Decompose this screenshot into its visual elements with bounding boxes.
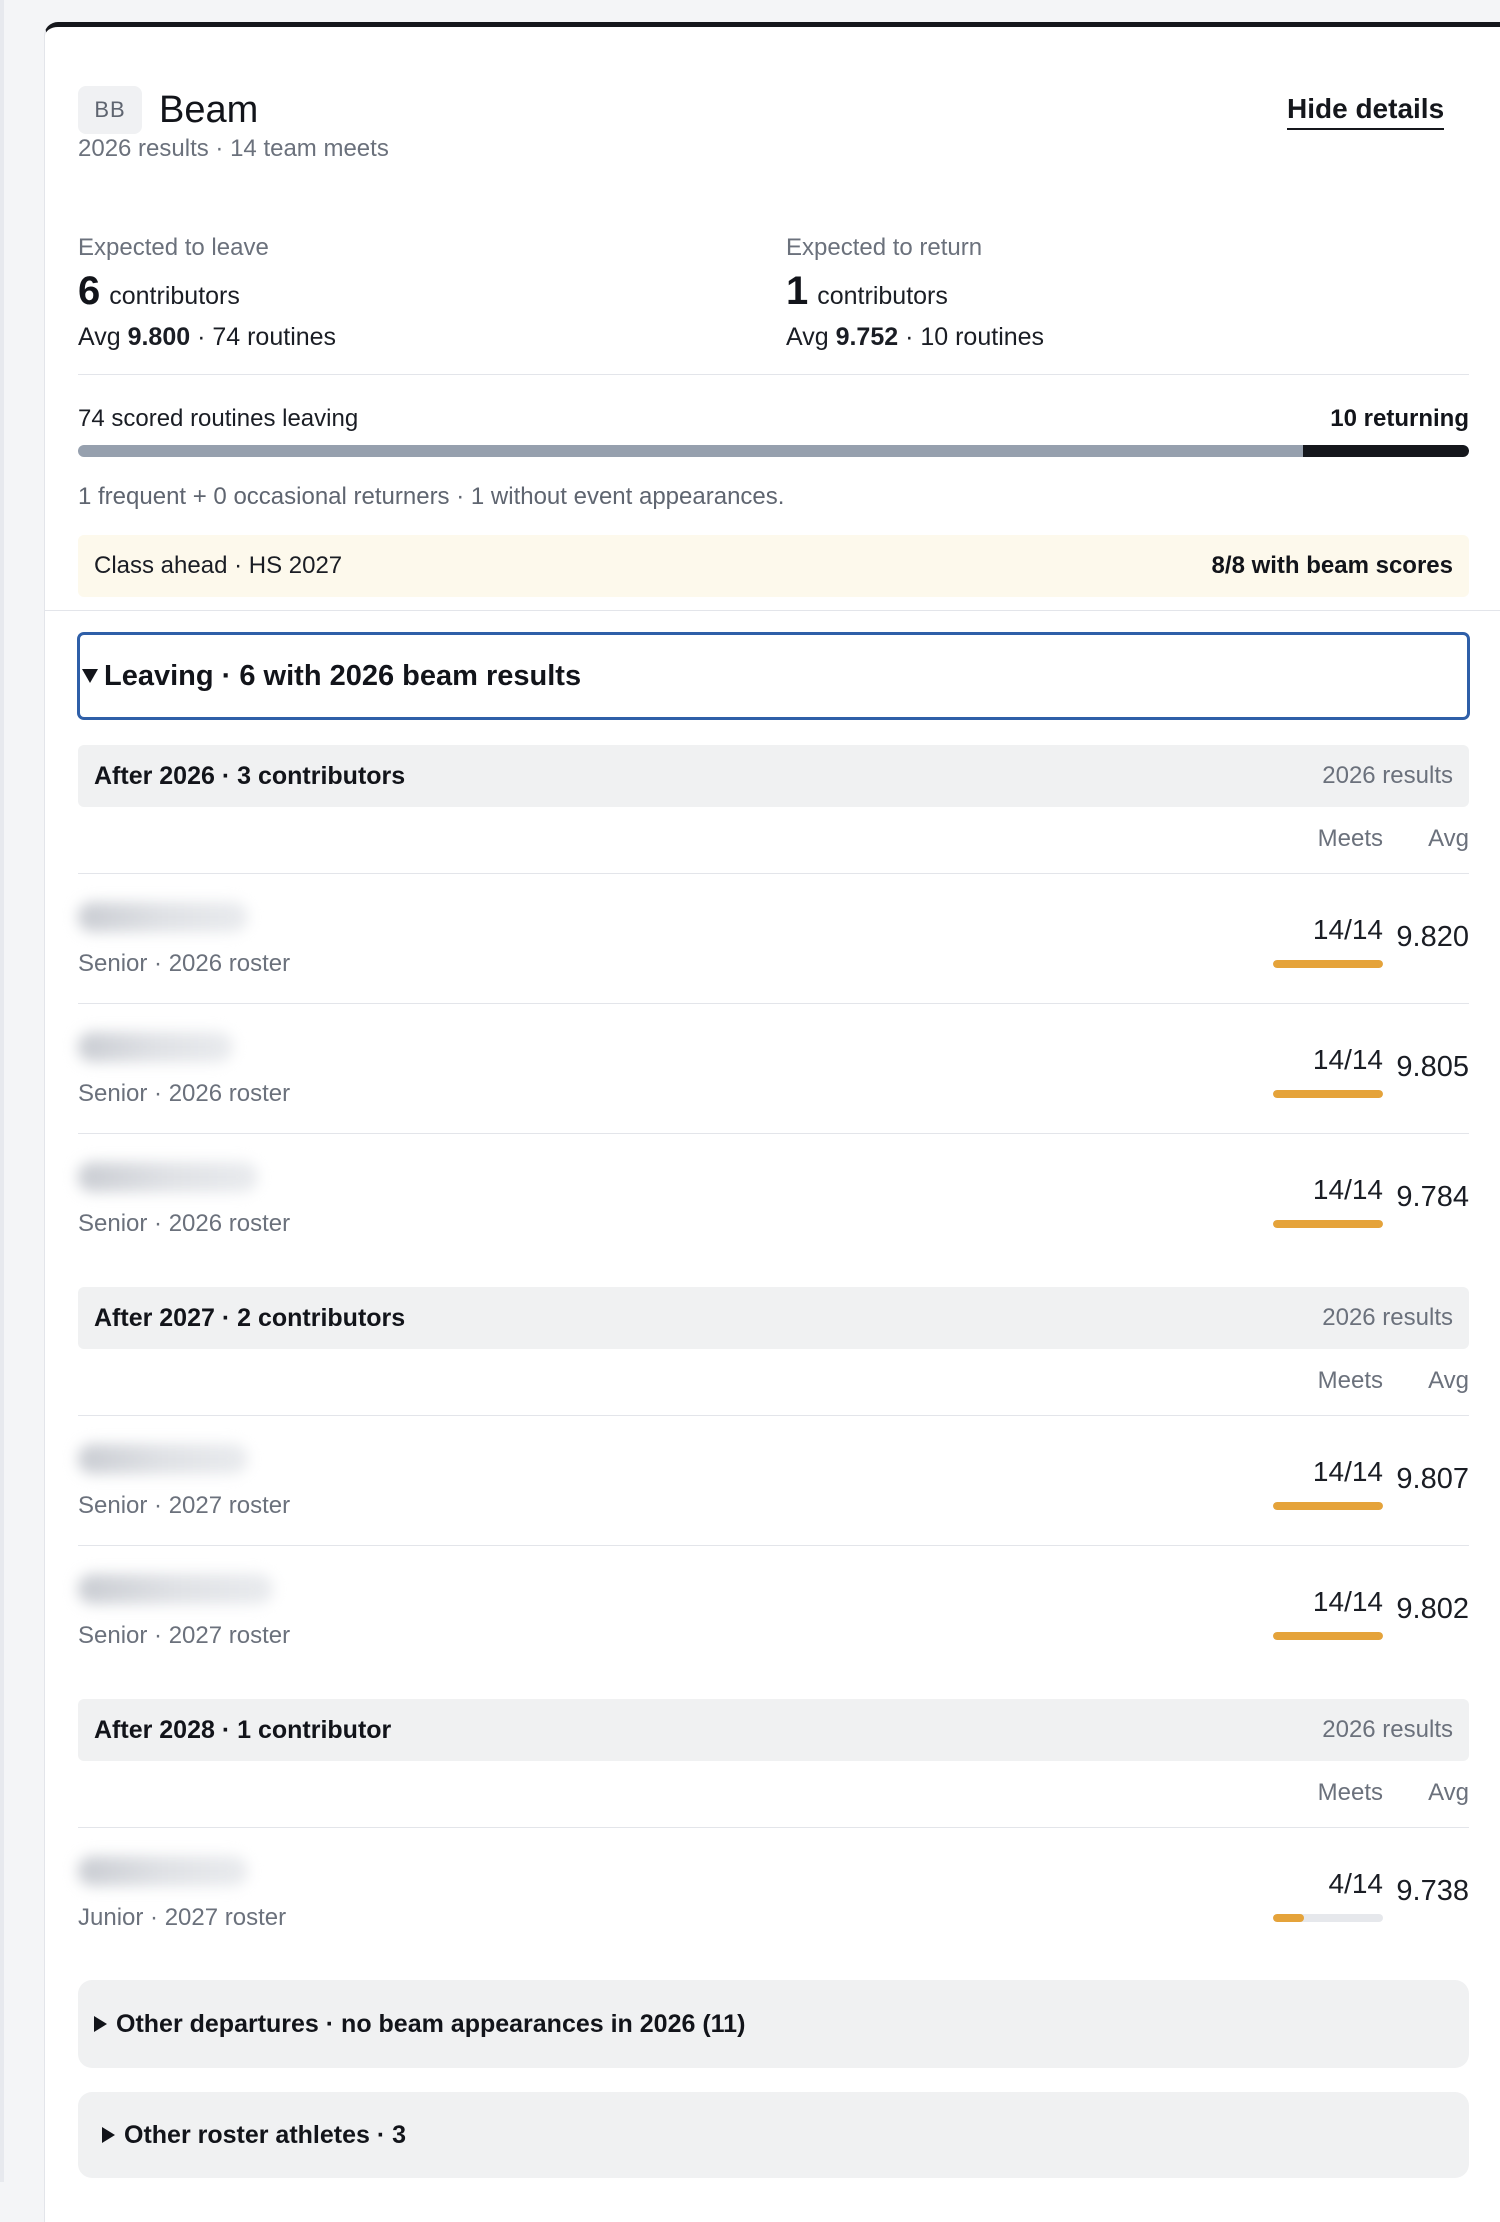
triangle-right-icon xyxy=(94,2016,107,2032)
group-header: After 2026 · 3 contributors 2026 results xyxy=(78,745,1469,807)
return-avg-line: Avg 9.752 · 10 routines xyxy=(786,323,1044,352)
other-departures-label: Other departures · no beam appearances i… xyxy=(116,2009,746,2038)
routines-returning-label: 10 returning xyxy=(1330,405,1469,432)
athlete-row[interactable]: Senior · 2026 roster 14/14 9.805 xyxy=(78,1004,1469,1133)
meets-progress-bar xyxy=(1273,1914,1383,1922)
leave-count-row: 6 contributors xyxy=(78,269,240,313)
event-badge: BB xyxy=(78,86,142,134)
meets-progress-bar xyxy=(1273,1632,1383,1640)
athlete-avg: 9.807 xyxy=(1396,1463,1469,1495)
athlete-roster: Senior · 2026 roster xyxy=(78,1080,291,1107)
return-avg-prefix: Avg xyxy=(786,323,836,351)
other-roster-toggle[interactable]: Other roster athletes · 3 xyxy=(78,2092,1469,2178)
routines-bar xyxy=(78,445,1469,457)
athlete-avg: 9.802 xyxy=(1396,1593,1469,1625)
leave-avg-line: Avg 9.800 · 74 routines xyxy=(78,323,336,352)
class-ahead-value: 8/8 with beam scores xyxy=(1211,552,1453,579)
column-meets-label: Meets xyxy=(1317,825,1383,852)
column-avg-label: Avg xyxy=(1428,825,1469,852)
other-roster-label: Other roster athletes · 3 xyxy=(124,2120,407,2149)
return-count: 1 xyxy=(786,269,809,313)
group-title: After 2028 · 1 contributor xyxy=(94,1715,392,1744)
meets-progress-fill xyxy=(1273,1632,1383,1640)
triangle-down-icon xyxy=(82,669,98,683)
triangle-right-icon xyxy=(102,2127,115,2143)
athlete-row[interactable]: Junior · 2027 roster 4/14 9.738 xyxy=(78,1828,1469,1957)
event-summary: 2026 results · 14 team meets xyxy=(78,135,389,162)
column-meets-label: Meets xyxy=(1317,1779,1383,1806)
athlete-name-redacted xyxy=(78,1444,248,1474)
meets-progress-bar xyxy=(1273,1502,1383,1510)
return-unit: contributors xyxy=(817,282,948,310)
athlete-name-redacted xyxy=(78,902,248,932)
group-title: After 2027 · 2 contributors xyxy=(94,1303,406,1332)
athlete-avg: 9.738 xyxy=(1396,1875,1469,1907)
section-divider xyxy=(45,610,1500,611)
other-departures-toggle[interactable]: Other departures · no beam appearances i… xyxy=(78,1980,1469,2068)
athlete-avg: 9.784 xyxy=(1396,1181,1469,1213)
athlete-row[interactable]: Senior · 2027 roster 14/14 9.807 xyxy=(78,1416,1469,1545)
return-routines: · 10 routines xyxy=(898,323,1045,351)
column-avg-label: Avg xyxy=(1428,1779,1469,1806)
routines-bar-returning xyxy=(1303,445,1469,457)
left-edge-strip xyxy=(0,0,4,2182)
meets-progress-bar xyxy=(1273,1220,1383,1228)
return-avg: 9.752 xyxy=(835,323,899,351)
leaving-section-toggle[interactable]: Leaving · 6 with 2026 beam results xyxy=(77,632,1470,720)
class-ahead-label: Class ahead · HS 2027 xyxy=(94,552,343,579)
athlete-roster: Senior · 2026 roster xyxy=(78,950,291,977)
leave-label: Expected to leave xyxy=(78,234,269,261)
meets-progress-fill xyxy=(1273,1090,1383,1098)
meets-progress-bar xyxy=(1273,1090,1383,1098)
leave-avg-prefix: Avg xyxy=(78,323,128,351)
meets-progress-fill xyxy=(1273,1220,1383,1228)
leaving-section-label: Leaving · 6 with 2026 beam results xyxy=(104,659,582,692)
column-meets-label: Meets xyxy=(1317,1367,1383,1394)
athlete-row[interactable]: Senior · 2027 roster 14/14 9.802 xyxy=(78,1546,1469,1675)
returners-note: 1 frequent + 0 occasional returners · 1 … xyxy=(78,483,785,510)
athlete-roster: Senior · 2026 roster xyxy=(78,1210,291,1237)
group-title: After 2026 · 3 contributors xyxy=(94,761,406,790)
athlete-row[interactable]: Senior · 2026 roster 14/14 9.820 xyxy=(78,874,1469,1003)
athlete-row[interactable]: Senior · 2026 roster 14/14 9.784 xyxy=(78,1134,1469,1263)
meets-progress-fill xyxy=(1273,1914,1305,1922)
athlete-name-redacted xyxy=(78,1032,233,1062)
meets-progress-bar xyxy=(1273,960,1383,968)
column-avg-label: Avg xyxy=(1428,1367,1469,1394)
athlete-name-redacted xyxy=(78,1574,273,1604)
group-results-label: 2026 results xyxy=(1322,762,1453,789)
leave-unit: contributors xyxy=(109,282,240,310)
athlete-name-redacted xyxy=(78,1856,248,1886)
event-title: Beam xyxy=(159,89,259,131)
athlete-roster: Junior · 2027 roster xyxy=(78,1904,287,1931)
athlete-avg: 9.820 xyxy=(1396,921,1469,953)
athlete-roster: Senior · 2027 roster xyxy=(78,1492,291,1519)
leave-count: 6 xyxy=(78,269,101,313)
summary-divider xyxy=(78,374,1469,375)
group-header: After 2027 · 2 contributors 2026 results xyxy=(78,1287,1469,1349)
hide-details-link[interactable]: Hide details xyxy=(1287,93,1445,130)
leave-avg: 9.800 xyxy=(127,323,191,351)
class-ahead-box: Class ahead · HS 2027 8/8 with beam scor… xyxy=(78,535,1469,597)
group-header: After 2028 · 1 contributor 2026 results xyxy=(78,1699,1469,1761)
return-label: Expected to return xyxy=(786,234,983,261)
group-results-label: 2026 results xyxy=(1322,1716,1453,1743)
meets-progress-fill xyxy=(1273,1502,1383,1510)
athlete-name-redacted xyxy=(78,1162,258,1192)
athlete-roster: Senior · 2027 roster xyxy=(78,1622,291,1649)
beam-card: BB Beam Hide details 2026 results · 14 t… xyxy=(44,22,1500,2222)
leave-routines: · 74 routines xyxy=(190,323,337,351)
athlete-avg: 9.805 xyxy=(1396,1051,1469,1083)
meets-progress-fill xyxy=(1273,960,1383,968)
group-results-label: 2026 results xyxy=(1322,1304,1453,1331)
return-count-row: 1 contributors xyxy=(786,269,948,313)
